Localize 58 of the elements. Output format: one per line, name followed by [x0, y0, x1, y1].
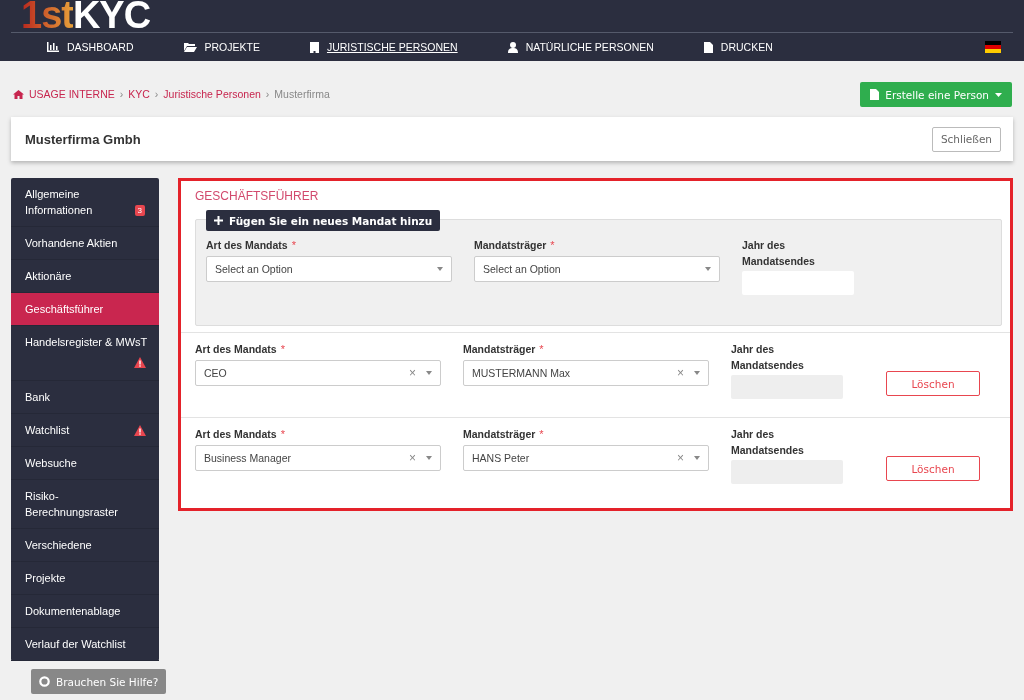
delete-button[interactable]: Löschen — [886, 371, 980, 396]
required-mark: * — [539, 343, 544, 355]
required-mark: * — [539, 428, 544, 440]
field-label: Art des Mandats — [206, 239, 288, 251]
sidebar-item[interactable]: Risiko-Berechnungsraster — [11, 480, 159, 529]
required-mark: * — [291, 239, 296, 251]
clear-mark[interactable]: × — [677, 366, 684, 380]
sidebar-item[interactable]: Bank — [11, 381, 159, 414]
section-title: GESCHÄFTSFÜHRER — [195, 189, 320, 203]
sidebar-item[interactable]: Geschäftsführer — [11, 293, 159, 326]
mandate-holder-select[interactable]: HANS Peter × — [463, 445, 709, 471]
field-label: Mandatsträger — [474, 239, 547, 251]
field-label: Art des Mandats — [195, 428, 277, 440]
nav-link[interactable]: NATÜRLICHE PERSONEN — [507, 41, 654, 53]
help-button[interactable]: Brauchen Sie Hilfe? — [31, 669, 167, 694]
nav-link[interactable]: PROJEKTE — [183, 41, 260, 53]
mandate-type-select[interactable]: Select an Option — [206, 256, 452, 282]
clear-mark[interactable]: × — [409, 451, 416, 465]
page-title: Musterfirma Gmbh — [25, 131, 141, 147]
count-badge: 3 — [134, 205, 145, 216]
required-mark: * — [280, 428, 285, 440]
field-label: Mandatsträger — [463, 428, 536, 440]
mandate-type-select[interactable]: CEO × — [195, 360, 441, 386]
breadcrumb-separator: › — [265, 88, 270, 100]
required-mark: * — [550, 239, 555, 251]
mandate-type-select[interactable]: Business Manager × — [195, 445, 441, 471]
clear-mark[interactable]: × — [409, 366, 416, 380]
sidebar-item[interactable]: Handelsregister & MWsT — [11, 326, 159, 381]
sidebar-item[interactable]: Watchlist — [11, 414, 159, 447]
field-label: Jahr des Mandatsendes — [731, 342, 805, 373]
nav-link[interactable]: JURISTISCHE PERSONEN — [309, 41, 458, 53]
clear-mark[interactable]: × — [677, 451, 684, 465]
breadcrumb-separator: › — [154, 88, 159, 100]
sidebar-item[interactable]: Vorhandene Aktien — [11, 227, 159, 260]
sidebar-item[interactable]: Verschiedene — [11, 529, 159, 562]
sidebar-item[interactable]: Projekte — [11, 562, 159, 595]
breadcrumb-link[interactable]: Juristische Personen — [163, 88, 261, 100]
sidebar-item[interactable]: Verlauf der Watchlist — [11, 628, 159, 661]
field-label: Jahr des Mandatsendes — [742, 238, 816, 269]
breadcrumb-current: Musterfirma — [274, 88, 330, 100]
logo[interactable]: 1stKYC — [21, 0, 151, 32]
field-label: Art des Mandats — [195, 343, 277, 355]
breadcrumb-link[interactable]: KYC — [128, 88, 150, 100]
breadcrumb-separator: › — [119, 88, 124, 100]
mandate-holder-select[interactable]: MUSTERMANN Max × — [463, 360, 709, 386]
add-mandate-button[interactable]: Fügen Sie ein neues Mandat hinzu — [206, 210, 441, 231]
nav-link[interactable]: DRUCKEN — [703, 41, 773, 53]
breadcrumb-link[interactable]: USAGE INTERNE — [29, 88, 115, 100]
sidebar-item[interactable]: Dokumentenablage — [11, 595, 159, 628]
close-button[interactable]: Schließen — [931, 126, 1001, 152]
field-label: Jahr des Mandatsendes — [731, 427, 805, 458]
required-mark: * — [280, 343, 285, 355]
sidebar-item[interactable]: Websuche — [11, 447, 159, 480]
mandate-holder-select[interactable]: Select an Option — [474, 256, 720, 282]
nav-link[interactable]: DASHBOARD — [47, 41, 134, 53]
delete-button[interactable]: Löschen — [886, 456, 980, 481]
sidebar-item[interactable]: Allgemeine Informationen 3 — [11, 178, 159, 227]
field-label: Mandatsträger — [463, 343, 536, 355]
